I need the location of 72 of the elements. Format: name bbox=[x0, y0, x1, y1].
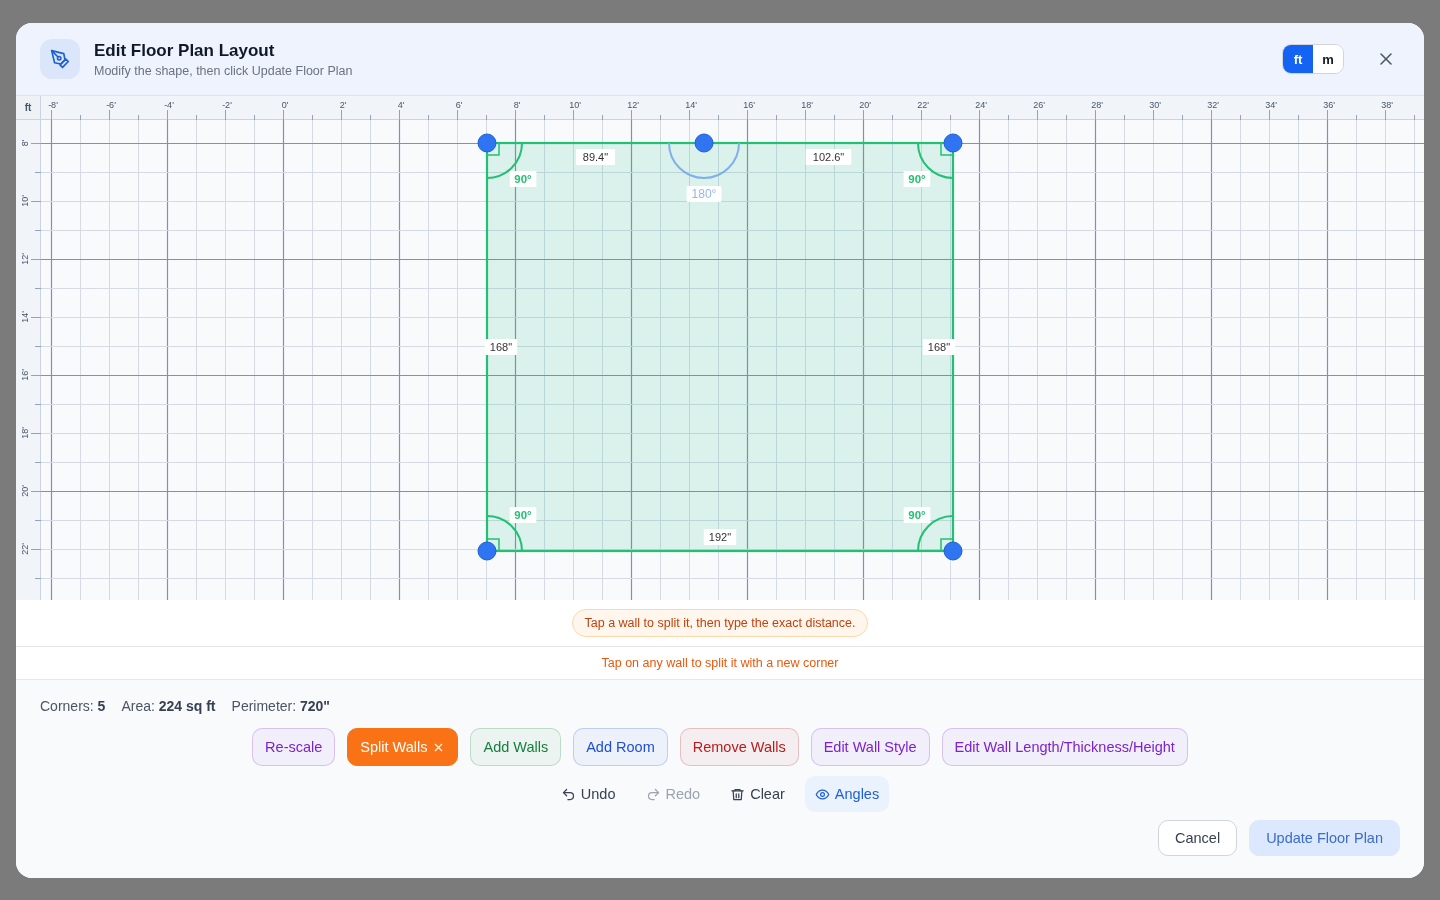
ruler-label: 34' bbox=[1265, 100, 1277, 110]
action-button[interactable]: Undo bbox=[550, 776, 626, 812]
angle-label: 90° bbox=[903, 171, 931, 187]
ruler-label: 12' bbox=[20, 253, 30, 265]
ruler-label: 12' bbox=[627, 100, 639, 110]
ruler-unit: ft bbox=[16, 96, 41, 120]
unit-option[interactable]: ft bbox=[1283, 45, 1313, 73]
ruler-label: 4' bbox=[397, 100, 405, 110]
hint-banner: Tap a wall to split it, then type the exact distance. bbox=[571, 609, 869, 637]
cancel-button[interactable]: Cancel bbox=[1158, 820, 1238, 856]
ruler-label: -6' bbox=[106, 100, 116, 110]
dialog-title: Edit Floor Plan Layout bbox=[94, 40, 276, 61]
ruler-label: 20' bbox=[859, 100, 871, 110]
pen-tool-icon bbox=[40, 39, 80, 79]
ruler-label: 10' bbox=[569, 100, 581, 110]
stat-text: Corners: 5 bbox=[40, 698, 106, 714]
ruler-label: -8' bbox=[48, 100, 58, 110]
wall-length-label: 102.6" bbox=[805, 149, 852, 165]
ruler-label: 26' bbox=[1033, 100, 1045, 110]
dialog-subtitle: Modify the shape, then click Update Floor Plan bbox=[94, 63, 354, 78]
angle-label: 90° bbox=[509, 507, 537, 523]
wall-length-label: 192" bbox=[703, 529, 737, 545]
action-button[interactable]: Clear bbox=[720, 776, 795, 812]
ruler-label: 18' bbox=[20, 427, 30, 439]
ruler-label: 20' bbox=[20, 485, 30, 497]
stat-text: Perimeter: 720" bbox=[231, 698, 330, 714]
ruler-label: 30' bbox=[1149, 100, 1161, 110]
ruler-label: -4' bbox=[164, 100, 174, 110]
corner-handle bbox=[694, 133, 714, 153]
stat-text: Area: 224 sq ft bbox=[121, 698, 216, 714]
action-button[interactable]: Angles bbox=[804, 776, 890, 812]
ruler-label: 8' bbox=[20, 139, 30, 147]
undo-icon bbox=[560, 786, 576, 802]
tool-button[interactable]: Remove Walls bbox=[679, 728, 799, 766]
corner-handle bbox=[477, 133, 497, 153]
ruler-label: 8' bbox=[513, 100, 521, 110]
corner-handle bbox=[943, 133, 963, 153]
tool-button[interactable]: Add Room bbox=[573, 728, 668, 766]
ruler-label: 6' bbox=[455, 100, 463, 110]
mode-hint: Tap on any wall to split it with a new corner bbox=[601, 656, 839, 670]
ruler-label: 14' bbox=[685, 100, 697, 110]
tool-button[interactable]: Edit Wall Style bbox=[810, 728, 930, 766]
corner-handle bbox=[943, 541, 963, 561]
ruler-label: 10' bbox=[20, 195, 30, 207]
wall-length-label: 168" bbox=[922, 339, 956, 355]
ruler-label: 28' bbox=[1091, 100, 1103, 110]
ruler-label: -2' bbox=[222, 100, 232, 110]
wall-length-label: 168" bbox=[484, 339, 518, 355]
angle-label: 180° bbox=[686, 186, 722, 202]
ruler-label: 14' bbox=[20, 311, 30, 323]
ruler-label: 36' bbox=[1323, 100, 1335, 110]
angle-label: 90° bbox=[903, 507, 931, 523]
ruler-label: 0' bbox=[281, 100, 289, 110]
wall-length-label: 89.4" bbox=[576, 149, 615, 165]
ruler-label: 24' bbox=[975, 100, 987, 110]
corner-handle bbox=[477, 541, 497, 561]
ruler-label: 16' bbox=[743, 100, 755, 110]
ruler-label: 22' bbox=[20, 543, 30, 555]
ruler-label: 2' bbox=[339, 100, 347, 110]
ruler-label: 18' bbox=[801, 100, 813, 110]
trash-icon bbox=[730, 786, 746, 802]
tool-button[interactable]: Edit Wall Length/Thickness/Height bbox=[941, 728, 1188, 766]
eye-icon bbox=[814, 786, 830, 802]
redo-icon bbox=[645, 786, 661, 802]
ruler-label: 38' bbox=[1381, 100, 1393, 110]
tool-button[interactable]: Add Walls bbox=[470, 728, 562, 766]
ruler-label: 22' bbox=[917, 100, 929, 110]
tool-button[interactable]: Re-scale bbox=[252, 728, 336, 766]
ruler-label: 32' bbox=[1207, 100, 1219, 110]
ruler-label: 16' bbox=[20, 369, 30, 381]
angle-label: 90° bbox=[509, 171, 537, 187]
straight-angle-arc bbox=[668, 142, 740, 179]
